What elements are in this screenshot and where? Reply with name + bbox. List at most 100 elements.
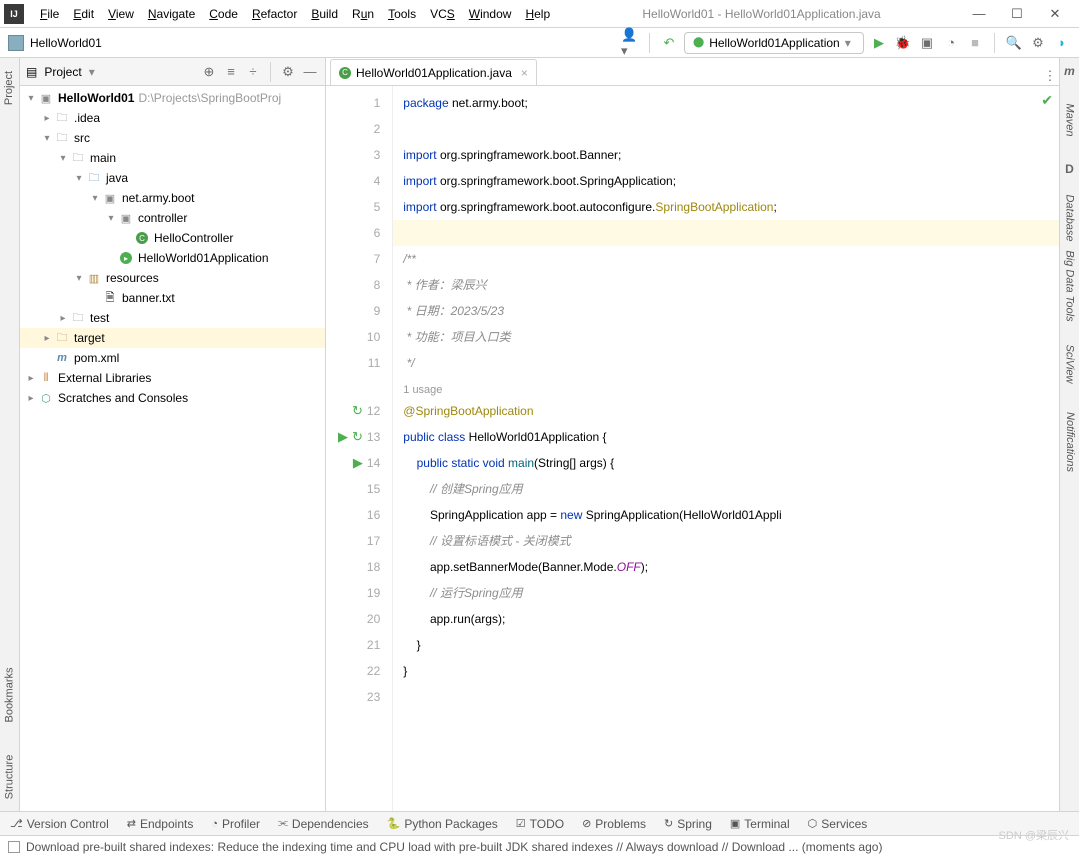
menu-window[interactable]: Window <box>463 4 518 24</box>
tree-resources[interactable]: ▾▥resources <box>20 268 325 288</box>
bottom-toolbar: ⎇ Version Control ⇄ Endpoints ◔ Profiler… <box>0 811 1079 835</box>
left-toolwindow-bar: Project Bookmarks Structure <box>0 58 20 811</box>
tab-helloworld-app[interactable]: C HelloWorld01Application.java × <box>330 59 537 85</box>
usage-hint[interactable]: 1 usage <box>403 384 442 396</box>
minimize-icon[interactable]: — <box>967 6 991 22</box>
menu-vcs[interactable]: VCS <box>424 4 461 24</box>
menu-view[interactable]: View <box>102 4 140 24</box>
run-gutter-icon[interactable]: ▶ <box>353 450 363 476</box>
tree-banner[interactable]: 🗎banner.txt <box>20 288 325 308</box>
close-icon[interactable]: ✕ <box>1043 6 1067 22</box>
app-icon: IJ <box>4 4 24 24</box>
tree-hello-controller[interactable]: CHelloController <box>20 228 325 248</box>
coverage-icon[interactable]: ▣ <box>918 34 936 52</box>
database-icon: D <box>1065 162 1074 176</box>
bt-deps[interactable]: ⫘ Dependencies <box>278 817 369 831</box>
statusbar: Download pre-built shared indexes: Reduc… <box>0 835 1079 857</box>
bt-endpoints[interactable]: ⇄ Endpoints <box>127 817 194 831</box>
run-config-selector[interactable]: ⬤ HelloWorld01Application ▾ <box>684 32 864 54</box>
bt-todo[interactable]: ☑ TODO <box>516 817 564 831</box>
menu-file[interactable]: File <box>34 4 65 24</box>
debug-icon[interactable]: 🐞 <box>894 34 912 52</box>
select-opened-icon[interactable]: ⊕ <box>200 63 218 81</box>
tree-hello-app[interactable]: ▸HelloWorld01Application <box>20 248 325 268</box>
user-add-icon[interactable]: 👤▾ <box>621 34 639 52</box>
tree-controller[interactable]: ▾▣controller <box>20 208 325 228</box>
titlebar: IJ File Edit View Navigate Code Refactor… <box>0 0 1079 28</box>
tab-close-icon[interactable]: × <box>521 66 528 80</box>
tabs-more-icon[interactable]: ⋮ <box>1041 67 1059 85</box>
run-config-name: HelloWorld01Application <box>709 36 840 50</box>
right-tab-maven[interactable]: Maven <box>1064 103 1076 136</box>
module-icon <box>8 35 24 51</box>
chevron-down-icon[interactable]: ▾ <box>89 65 95 79</box>
tree-ext-libs[interactable]: ▸⫴External Libraries <box>20 368 325 388</box>
hide-icon[interactable]: — <box>301 63 319 81</box>
bt-profiler[interactable]: ◔ Profiler <box>211 817 260 831</box>
settings-icon[interactable]: ⚙ <box>1029 34 1047 52</box>
spring-icon[interactable]: ↻ <box>352 424 363 450</box>
maximize-icon[interactable]: ☐ <box>1005 6 1029 22</box>
project-panel-header: ▤ Project ▾ ⊕ ≡ ÷ ⚙ — <box>20 58 325 86</box>
toolwindow-toggle-icon[interactable] <box>8 841 20 853</box>
right-tab-bigdata[interactable]: Big Data Tools <box>1064 250 1076 321</box>
search-icon[interactable]: 🔍 <box>1005 34 1023 52</box>
project-panel-title: Project <box>44 65 81 79</box>
tools-icon[interactable]: ◗ <box>1053 34 1071 52</box>
bt-spring[interactable]: ↻ Spring <box>664 817 712 831</box>
menu-run[interactable]: Run <box>346 4 380 24</box>
right-tab-sciview[interactable]: SciView <box>1064 345 1076 384</box>
status-message[interactable]: Download pre-built shared indexes: Reduc… <box>26 840 882 854</box>
bt-services[interactable]: ⬡ Services <box>808 817 868 831</box>
class-icon: C <box>339 67 351 79</box>
left-tab-bookmarks[interactable]: Bookmarks <box>4 667 16 722</box>
inspection-ok-icon[interactable]: ✔ <box>1041 92 1053 109</box>
tree-scratches[interactable]: ▸⬡Scratches and Consoles <box>20 388 325 408</box>
watermark: SDN @梁辰兴 <box>999 827 1069 843</box>
bt-problems[interactable]: ⊘ Problems <box>582 817 646 831</box>
chevron-down-icon: ▾ <box>845 36 851 50</box>
menu-help[interactable]: Help <box>519 4 556 24</box>
right-tab-notifications[interactable]: Notifications <box>1064 412 1076 472</box>
tree-target[interactable]: ▸🗀target <box>20 328 325 348</box>
gutter[interactable]: 1234567891011 ↻12 ▶↻13 ▶14 1516171819202… <box>326 86 393 811</box>
window-title: HelloWorld01 - HelloWorld01Application.j… <box>556 7 967 21</box>
tree-package[interactable]: ▾▣net.army.boot <box>20 188 325 208</box>
run-gutter-icon[interactable]: ▶ <box>338 424 348 450</box>
collapse-icon[interactable]: ÷ <box>244 63 262 81</box>
tree-test[interactable]: ▸🗀test <box>20 308 325 328</box>
gear-icon[interactable]: ⚙ <box>279 63 297 81</box>
bt-python[interactable]: 🐍 Python Packages <box>387 817 498 831</box>
expand-all-icon[interactable]: ≡ <box>222 63 240 81</box>
bt-terminal[interactable]: ▣ Terminal <box>730 817 790 831</box>
tree-main[interactable]: ▾🗀main <box>20 148 325 168</box>
run-icon[interactable]: ▶ <box>870 34 888 52</box>
menu-edit[interactable]: Edit <box>67 4 100 24</box>
back-icon[interactable]: ↶ <box>660 34 678 52</box>
code-area[interactable]: ✔ 1234567891011 ↻12 ▶↻13 ▶14 15161718192… <box>326 86 1059 811</box>
breadcrumb-project[interactable]: HelloWorld01 <box>30 36 102 50</box>
project-tree[interactable]: ▾▣HelloWorld01D:\Projects\SpringBootProj… <box>20 86 325 811</box>
menu-code[interactable]: Code <box>203 4 244 24</box>
code-text[interactable]: package net.army.boot; import org.spring… <box>393 86 1059 811</box>
tree-root[interactable]: ▾▣HelloWorld01D:\Projects\SpringBootProj <box>20 88 325 108</box>
menubar: File Edit View Navigate Code Refactor Bu… <box>34 4 556 24</box>
menu-navigate[interactable]: Navigate <box>142 4 201 24</box>
editor: C HelloWorld01Application.java × ⋮ ✔ 123… <box>326 58 1059 811</box>
profiler-icon[interactable]: ◔ <box>942 34 960 52</box>
stop-icon[interactable]: ■ <box>966 34 984 52</box>
tree-pom[interactable]: mpom.xml <box>20 348 325 368</box>
menu-refactor[interactable]: Refactor <box>246 4 303 24</box>
tree-idea[interactable]: ▸🗀.idea <box>20 108 325 128</box>
left-tab-project[interactable]: Project <box>4 71 16 105</box>
bt-vcs[interactable]: ⎇ Version Control <box>10 817 109 831</box>
tree-java[interactable]: ▾🗀java <box>20 168 325 188</box>
left-tab-structure[interactable]: Structure <box>4 755 16 800</box>
right-tab-database[interactable]: Database <box>1064 194 1076 241</box>
tree-src[interactable]: ▾🗀src <box>20 128 325 148</box>
project-panel: ▤ Project ▾ ⊕ ≡ ÷ ⚙ — ▾▣HelloWorld01D:\P… <box>20 58 326 811</box>
menu-build[interactable]: Build <box>305 4 344 24</box>
maven-icon: m <box>1064 64 1075 78</box>
spring-icon[interactable]: ↻ <box>352 398 363 424</box>
menu-tools[interactable]: Tools <box>382 4 422 24</box>
